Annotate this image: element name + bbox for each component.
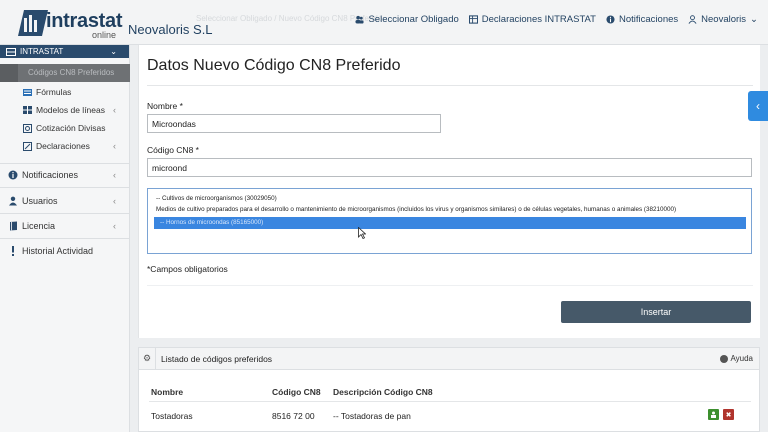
logo[interactable]: intrastat online <box>8 6 123 40</box>
user-edit-icon <box>711 411 716 418</box>
autocomplete-option-selected[interactable]: -- Hornos de microondas (85165000) <box>154 217 746 229</box>
nav-seleccionar-obligado[interactable]: Seleccionar Obligado <box>355 14 459 25</box>
nombre-label: Nombre * <box>147 101 183 111</box>
edit-icon <box>22 141 32 151</box>
cell-descripcion: -- Tostadoras de pan <box>333 411 411 421</box>
user-icon <box>8 196 18 206</box>
chevron-left-icon: ‹ <box>113 105 116 115</box>
autocomplete-option[interactable]: -- Cultivos de microorganismos (30029050… <box>156 195 277 202</box>
column-header-nombre[interactable]: Nombre <box>151 387 183 397</box>
divider <box>147 85 753 86</box>
sidebar-item-label: Licencia <box>22 221 56 231</box>
currency-icon <box>22 123 32 133</box>
panel-header: ⚙ Listado de códigos preferidos Ayuda <box>139 348 759 370</box>
form-card: Datos Nuevo Código CN8 Preferido Nombre … <box>138 45 760 338</box>
column-header-codigo[interactable]: Código CN8 <box>272 387 321 397</box>
divider <box>149 401 751 402</box>
sidebar-section-label: INTRASTAT <box>20 47 64 56</box>
exclamation-icon <box>8 246 18 256</box>
cn8-label: Código CN8 * <box>147 145 199 155</box>
sidebar-item-label: Códigos CN8 Preferidos <box>28 68 115 77</box>
divider <box>0 187 130 188</box>
option-label: -- Hornos de microondas (85165000) <box>160 219 264 226</box>
chevron-left-icon: ‹ <box>113 141 116 151</box>
panel-title: Listado de códigos preferidos <box>161 354 273 364</box>
sidebar-item-formulas[interactable]: Fórmulas <box>0 83 130 101</box>
close-icon: ✖ <box>725 411 732 419</box>
divider <box>147 285 753 286</box>
top-header: intrastat online Neovaloris S.L Seleccio… <box>0 0 768 45</box>
sidebar-item-active[interactable]: Códigos CN8 Preferidos <box>0 64 130 82</box>
company-name: Neovaloris S.L <box>128 22 213 37</box>
sidebar: INTRASTAT ⌄ Códigos CN8 Preferidos Fórmu… <box>0 45 130 432</box>
cn8-autocomplete-list: -- Cultivos de microorganismos (30029050… <box>147 188 752 254</box>
sidebar-item-licencia[interactable]: Licencia ‹ <box>0 217 130 235</box>
sidebar-item-label: Declaraciones <box>36 141 90 151</box>
sidebar-item-historial[interactable]: Historial Actividad <box>0 242 130 260</box>
required-fields-note: *Campos obligatorios <box>147 264 228 274</box>
help-label: Ayuda <box>730 354 753 363</box>
grid-icon <box>22 105 32 115</box>
edit-row-button[interactable] <box>708 409 719 420</box>
info-icon <box>606 15 615 24</box>
cell-nombre: Tostadoras <box>151 411 193 421</box>
nav-label: Neovaloris <box>701 14 747 25</box>
delete-row-button[interactable]: ✖ <box>723 409 734 420</box>
sidebar-section-intrastat[interactable]: INTRASTAT ⌄ <box>0 45 129 58</box>
sidebar-item-declaraciones[interactable]: Declaraciones ‹ <box>0 137 130 155</box>
top-navigation: Seleccionar Obligado Declaraciones INTRA… <box>355 14 758 25</box>
sidebar-item-modelos[interactable]: Modelos de líneas ‹ <box>0 101 130 119</box>
settings-icon[interactable]: ⚙ <box>143 353 155 365</box>
user-icon <box>688 15 697 24</box>
sidebar-item-notificaciones[interactable]: Notificaciones ‹ <box>0 166 130 184</box>
chevron-left-icon: ‹ <box>113 170 116 180</box>
help-button[interactable]: Ayuda <box>720 354 753 363</box>
breadcrumb: Seleccionar Obligado / Nuevo Código CN8 … <box>196 14 383 23</box>
sidebar-item-label: Cotización Divisas <box>36 123 106 133</box>
table-icon <box>468 15 478 24</box>
divider <box>0 163 130 164</box>
preferred-codes-panel: ⚙ Listado de códigos preferidos Ayuda No… <box>138 347 760 432</box>
mouse-cursor-icon <box>358 227 366 239</box>
logo-mark-icon <box>18 10 48 36</box>
cn8-input[interactable]: microond <box>147 158 752 177</box>
users-icon <box>355 15 365 24</box>
autocomplete-option[interactable]: Medios de cultivo preparados para el des… <box>156 206 676 213</box>
sidebar-item-label: Notificaciones <box>22 170 79 180</box>
divider <box>0 213 130 214</box>
nav-label: Declaraciones INTRASTAT <box>481 14 596 25</box>
nombre-input[interactable]: Microondas <box>147 114 441 133</box>
sidebar-item-label: Historial Actividad <box>22 246 94 256</box>
logo-subtitle: online <box>92 30 117 40</box>
sidebar-item-usuarios[interactable]: Usuarios ‹ <box>0 192 130 210</box>
nav-user-menu[interactable]: Neovaloris ⌄ <box>688 14 758 25</box>
nav-label: Seleccionar Obligado <box>368 14 459 25</box>
nav-notificaciones[interactable]: Notificaciones <box>606 14 678 25</box>
list-icon <box>22 87 32 97</box>
page-title: Datos Nuevo Código CN8 Preferido <box>147 57 401 74</box>
sidebar-item-cotizacion[interactable]: Cotización Divisas <box>0 119 130 137</box>
chevron-left-icon: ‹ <box>756 99 760 113</box>
sidebar-item-label: Fórmulas <box>36 87 72 97</box>
table-icon <box>6 47 16 56</box>
chevron-down-icon: ⌄ <box>750 14 758 25</box>
sidebar-item-label: Modelos de líneas <box>36 105 105 115</box>
panel-toggle-button[interactable]: ‹ <box>748 91 768 121</box>
insert-button[interactable]: Insertar <box>561 301 751 323</box>
nav-label: Notificaciones <box>619 14 679 25</box>
cell-codigo: 8516 72 00 <box>272 411 315 421</box>
chevron-left-icon: ‹ <box>113 221 116 231</box>
chevron-left-icon: ‹ <box>113 196 116 206</box>
info-icon <box>8 170 18 180</box>
divider <box>155 348 156 370</box>
chevron-down-icon: ⌄ <box>110 47 117 56</box>
nav-declaraciones-intrastat[interactable]: Declaraciones INTRASTAT <box>468 14 596 25</box>
book-icon <box>8 221 18 231</box>
sidebar-item-label: Usuarios <box>22 196 58 206</box>
column-header-descripcion[interactable]: Descripción Código CN8 <box>333 387 433 397</box>
help-icon <box>720 354 729 363</box>
divider <box>0 238 130 239</box>
